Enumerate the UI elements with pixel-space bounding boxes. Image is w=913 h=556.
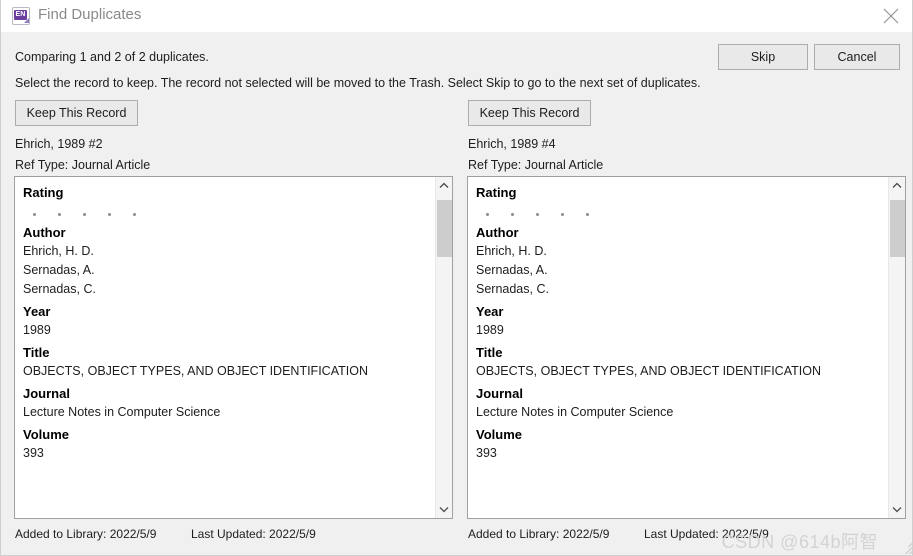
comparing-status-text: Comparing 1 and 2 of 2 duplicates. <box>15 50 209 64</box>
endnote-icon: EN <box>12 7 30 25</box>
field-label-volume-right: Volume <box>476 427 522 442</box>
window-title: Find Duplicates <box>38 6 142 23</box>
record-fields-left: Rating Author Ehrich, H. D. Sernadas, A.… <box>15 177 435 518</box>
rating-stars-left[interactable] <box>23 202 427 220</box>
resize-grip[interactable] <box>898 540 912 554</box>
scroll-thumb-left[interactable] <box>437 200 452 257</box>
record-scrollbar-right[interactable] <box>888 177 905 518</box>
field-label-title-right: Title <box>476 345 503 360</box>
field-value-journal-left: Lecture Notes in Computer Science <box>23 405 221 419</box>
field-value-title-right: OBJECTS, OBJECT TYPES, AND OBJECT IDENTI… <box>476 364 821 378</box>
scroll-down-button-right[interactable] <box>889 501 905 518</box>
rating-dot[interactable] <box>511 213 514 217</box>
field-label-year-left: Year <box>23 304 51 319</box>
scroll-thumb-right[interactable] <box>890 200 905 257</box>
record-panel-left: Rating Author Ehrich, H. D. Sernadas, A.… <box>14 176 453 519</box>
rating-dot[interactable] <box>33 213 36 217</box>
field-value-volume-right: 393 <box>476 446 497 460</box>
dialog-body: Comparing 1 and 2 of 2 duplicates. Selec… <box>1 32 912 555</box>
field-label-title-left: Title <box>23 345 50 360</box>
field-value-journal-right: Lecture Notes in Computer Science <box>476 405 674 419</box>
endnote-icon-corner <box>24 18 29 23</box>
record-scrollbar-left[interactable] <box>435 177 452 518</box>
field-value-title-left: OBJECTS, OBJECT TYPES, AND OBJECT IDENTI… <box>23 364 368 378</box>
scroll-down-button-left[interactable] <box>436 501 452 518</box>
field-label-clipped-right <box>476 463 880 470</box>
record-panel-right: Rating Author Ehrich, H. D. Sernadas, A.… <box>467 176 906 519</box>
chevron-down-icon <box>439 507 449 513</box>
rating-stars-right[interactable] <box>476 202 880 220</box>
chevron-up-icon <box>439 182 449 188</box>
rating-dot[interactable] <box>83 213 86 217</box>
scroll-up-button-left[interactable] <box>436 177 452 194</box>
field-value-year-right: 1989 <box>476 323 504 337</box>
field-label-year-right: Year <box>476 304 504 319</box>
close-button[interactable] <box>868 0 912 31</box>
record-ref-type-left: Ref Type: Journal Article <box>15 158 151 172</box>
rating-dot[interactable] <box>108 213 111 217</box>
record-citation-right: Ehrich, 1989 #4 <box>468 137 556 151</box>
rating-dot[interactable] <box>58 213 61 217</box>
added-to-library-right: Added to Library: 2022/5/9 <box>468 527 610 541</box>
record-ref-type-right: Ref Type: Journal Article <box>468 158 604 172</box>
rating-dot[interactable] <box>586 213 589 217</box>
added-to-library-left: Added to Library: 2022/5/9 <box>15 527 157 541</box>
close-icon <box>883 8 899 24</box>
chevron-up-icon <box>892 182 902 188</box>
field-label-journal-left: Journal <box>23 386 70 401</box>
field-label-volume-left: Volume <box>23 427 69 442</box>
field-label-author-left: Author <box>23 225 66 240</box>
skip-button[interactable]: Skip <box>718 44 808 70</box>
record-fields-right: Rating Author Ehrich, H. D. Sernadas, A.… <box>468 177 888 518</box>
field-value-volume-left: 393 <box>23 446 44 460</box>
field-value-author-3-right: Sernadas, C. <box>476 282 549 296</box>
watermark: CSDN @614b阿智 <box>721 532 878 552</box>
field-label-rating-left: Rating <box>23 185 64 200</box>
field-value-author-3-left: Sernadas, C. <box>23 282 96 296</box>
field-value-author-1-right: Ehrich, H. D. <box>476 244 547 258</box>
cancel-button[interactable]: Cancel <box>814 44 900 70</box>
rating-dot[interactable] <box>536 213 539 217</box>
instruction-text: Select the record to keep. The record no… <box>15 76 701 90</box>
rating-dot[interactable] <box>133 213 136 217</box>
keep-this-record-button-left[interactable]: Keep This Record <box>15 100 138 126</box>
keep-this-record-button-right[interactable]: Keep This Record <box>468 100 591 126</box>
find-duplicates-window: EN Find Duplicates Comparing 1 and 2 of … <box>0 0 913 556</box>
title-bar: EN Find Duplicates <box>1 0 912 33</box>
field-value-author-1-left: Ehrich, H. D. <box>23 244 94 258</box>
field-label-clipped-left <box>23 463 427 470</box>
field-label-journal-right: Journal <box>476 386 523 401</box>
field-value-author-2-left: Sernadas, A. <box>23 263 95 277</box>
field-value-year-left: 1989 <box>23 323 51 337</box>
chevron-down-icon <box>892 507 902 513</box>
rating-dot[interactable] <box>486 213 489 217</box>
rating-dot[interactable] <box>561 213 564 217</box>
record-citation-left: Ehrich, 1989 #2 <box>15 137 103 151</box>
scroll-up-button-right[interactable] <box>889 177 905 194</box>
field-value-author-2-right: Sernadas, A. <box>476 263 548 277</box>
last-updated-left: Last Updated: 2022/5/9 <box>191 527 316 541</box>
field-label-author-right: Author <box>476 225 519 240</box>
field-label-rating-right: Rating <box>476 185 517 200</box>
